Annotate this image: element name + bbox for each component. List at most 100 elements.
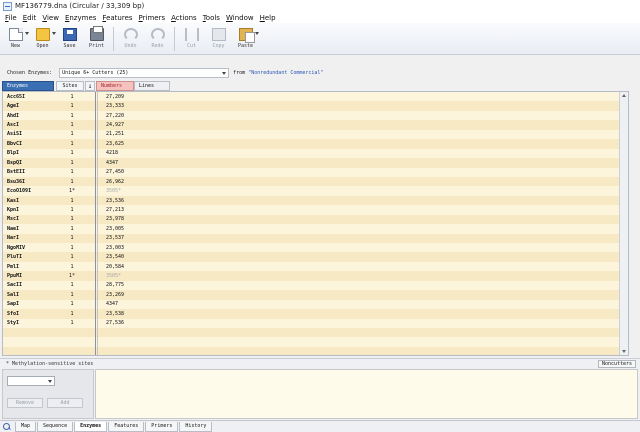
enzyme-name[interactable]: BspQI [3, 160, 57, 166]
tab-numbers[interactable]: Numbers [96, 81, 134, 91]
enzyme-name[interactable]: SacII [3, 282, 57, 288]
enzyme-name[interactable]: PpuMI [3, 273, 57, 279]
site-count: 1 [70, 225, 74, 232]
chosen-enzymes-value: Unique 6+ Cutters (25) [62, 70, 129, 76]
chosen-enzymes-select[interactable]: Unique 6+ Cutters (25) [59, 68, 230, 78]
copy-button[interactable]: Copy [205, 23, 232, 55]
cut-position: 23,333 [106, 103, 125, 110]
cut-position: 26,962 [106, 178, 125, 185]
window-title: MF136779.dna (Circular / 33,309 bp) [15, 2, 145, 10]
column-divider[interactable] [95, 92, 96, 355]
enzyme-name[interactable]: KpnI [3, 207, 57, 213]
tab-history[interactable]: History [179, 421, 213, 432]
view-tabs: Map Sequence Enzymes Features Primers Hi… [0, 420, 640, 432]
new-document-icon [8, 28, 23, 41]
enzyme-name[interactable]: SalI [3, 292, 57, 298]
chosen-enzymes-label: Chosen Enzymes: [7, 70, 53, 76]
enzyme-name[interactable]: BlpI [3, 150, 57, 156]
scroll-up-icon[interactable] [622, 94, 626, 97]
site-count: 1 [70, 310, 74, 317]
enzyme-name[interactable]: SfoI [3, 311, 57, 317]
cut-position: 20,584 [106, 263, 125, 270]
tab-primers[interactable]: Primers [145, 421, 179, 432]
enzyme-name[interactable]: Bsu36I [3, 179, 57, 185]
enzyme-source-link[interactable]: "Nonredundant Commercial" [248, 70, 323, 76]
menu-window[interactable]: Window [223, 14, 257, 22]
tab-sequence[interactable]: Sequence [37, 421, 74, 432]
cut-button[interactable]: Cut [178, 23, 205, 55]
toolbar: New Open Save Print Undo Redo Cut Copy P… [0, 23, 640, 55]
vertical-scrollbar[interactable] [619, 92, 628, 355]
enzyme-name[interactable]: BstEII [3, 169, 57, 175]
menu-file[interactable]: File [2, 14, 20, 22]
enzyme-name[interactable]: AhdI [3, 113, 57, 119]
site-count: 1 [70, 112, 74, 119]
app-icon [3, 1, 12, 11]
enzyme-name[interactable]: EcoO109I [3, 188, 57, 194]
enzyme-name[interactable]: MscI [3, 216, 57, 222]
sort-arrow-icon[interactable]: ↓ [85, 81, 95, 91]
tab-enzymes[interactable]: Enzymes [74, 421, 108, 432]
menu-primers[interactable]: Primers [136, 14, 169, 22]
tab-map[interactable]: Map [15, 421, 37, 432]
noncutters-button[interactable]: Noncutters [598, 360, 636, 368]
new-button[interactable]: New [2, 23, 29, 55]
menu-view[interactable]: View [39, 14, 62, 22]
menu-features[interactable]: Features [99, 14, 135, 22]
cut-position: 23,536 [106, 197, 125, 204]
site-count: 1 [70, 169, 74, 176]
enzymes-column-header[interactable]: Enzymes [2, 81, 54, 91]
magnifier-icon[interactable] [2, 422, 12, 432]
cut-position: 3505* [106, 188, 122, 195]
cut-position: 27,450 [106, 169, 125, 176]
details-panel [95, 369, 638, 419]
enzyme-name[interactable]: AgeI [3, 103, 57, 109]
cut-position: 28,775 [106, 282, 125, 289]
scissors-icon [184, 28, 199, 41]
menu-actions[interactable]: Actions [168, 14, 200, 22]
open-button[interactable]: Open [29, 23, 56, 55]
site-count: 1 [70, 93, 74, 100]
site-count: 1 [70, 235, 74, 242]
scroll-down-icon[interactable] [622, 350, 626, 353]
cut-position: 4347 [106, 159, 119, 166]
cut-position: 23,978 [106, 216, 125, 223]
tab-features[interactable]: Features [108, 421, 145, 432]
enzyme-name[interactable]: StyI [3, 320, 57, 326]
folder-icon [35, 28, 50, 41]
enzyme-name[interactable]: Acc65I [3, 94, 57, 100]
paste-dropdown-arrow-icon[interactable] [255, 32, 259, 35]
paste-button[interactable]: Paste [232, 23, 259, 55]
add-button[interactable]: Add [47, 398, 83, 408]
enzyme-set-select[interactable] [7, 376, 55, 386]
enzyme-name[interactable]: KasI [3, 198, 57, 204]
enzyme-name[interactable]: SapI [3, 301, 57, 307]
enzyme-name[interactable]: PmlI [3, 264, 57, 270]
print-button[interactable]: Print [83, 23, 110, 55]
menu-enzymes[interactable]: Enzymes [62, 14, 99, 22]
enzyme-name[interactable]: NgoMIV [3, 245, 57, 251]
enzyme-name[interactable]: AscI [3, 122, 57, 128]
enzyme-name[interactable]: AsiSI [3, 131, 57, 137]
remove-button[interactable]: Remove [7, 398, 43, 408]
menu-edit[interactable]: Edit [20, 14, 40, 22]
chevron-down-icon [48, 380, 52, 383]
undo-label: Undo [124, 43, 137, 49]
enzyme-name[interactable]: PluTI [3, 254, 57, 260]
cut-position: 23,269 [106, 291, 125, 298]
redo-button[interactable]: Redo [144, 23, 171, 55]
enzyme-name[interactable]: NarI [3, 235, 57, 241]
save-button[interactable]: Save [56, 23, 83, 55]
printer-icon [89, 26, 104, 41]
site-count: 1 [70, 254, 74, 261]
menu-tools[interactable]: Tools [200, 14, 223, 22]
sites-column-header[interactable]: Sites [56, 81, 84, 91]
cut-position: 23,003 [106, 244, 125, 251]
cut-position: 24,927 [106, 122, 125, 129]
enzyme-name[interactable]: BbvCI [3, 141, 57, 147]
site-count: 1 [70, 150, 74, 157]
menu-help[interactable]: Help [257, 14, 279, 22]
tab-lines[interactable]: Lines [134, 81, 170, 91]
enzyme-name[interactable]: NaeI [3, 226, 57, 232]
undo-button[interactable]: Undo [117, 23, 144, 55]
